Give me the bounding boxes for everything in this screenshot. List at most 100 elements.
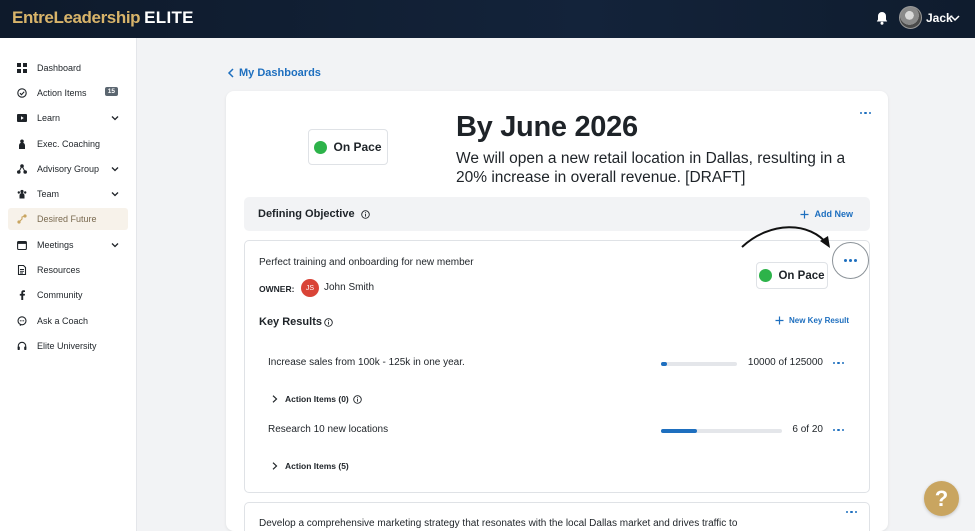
more-options-icon[interactable] [860,112,872,115]
objective-card: Develop a comprehensive marketing strate… [244,502,870,531]
chevron-down-icon[interactable] [110,189,120,199]
calendar-icon [17,240,27,250]
key-result-value: 10000 of 125000 [747,357,823,368]
goal-card: On Pace By June 2026 We will open a new … [226,91,888,531]
more-options-icon[interactable] [846,511,858,514]
chevron-down-icon[interactable] [110,240,120,250]
sidebar-item-exec-coaching[interactable]: Exec. Coaching [8,133,128,155]
route-icon [17,214,27,224]
key-result-text: Research 10 new locations [268,424,389,435]
facebook-icon [19,290,25,300]
sidebar-item-action-items[interactable]: Action Items 15 [8,82,128,104]
status-dot-icon [314,140,328,154]
plus-icon [775,316,784,325]
headset-icon [17,341,27,350]
sidebar-item-desired-future[interactable]: Desired Future [8,208,128,230]
progress-bar [661,362,737,366]
sidebar-item-label: Elite University [37,341,97,351]
brand-name: EntreLeadership [12,8,141,27]
key-result-text: Increase sales from 100k - 125k in one y… [268,357,465,368]
arrow-annotation-icon [741,226,830,248]
count-badge: 15 [104,87,118,96]
key-results-title: Key Results [259,316,322,328]
top-bar: EntreLeadership ELITE Jack [0,0,975,38]
new-key-result-label: New Key Result [789,316,850,325]
sidebar-item-meetings[interactable]: Meetings [8,234,128,256]
plus-icon [800,210,809,218]
sidebar-item-resources[interactable]: Resources [8,259,128,281]
owner-name: John Smith [324,282,375,293]
check-circle-icon [17,88,27,98]
objective-text: Perfect training and onboarding for new … [259,257,474,268]
play-icon [17,114,27,122]
add-new-button[interactable]: Add New [800,209,853,219]
more-options-icon[interactable] [833,362,845,365]
chevron-left-icon [227,68,234,78]
sidebar-item-label: Desired Future [37,214,97,224]
sidebar: Dashboard Action Items 15 Learn Exec. Co… [0,38,137,531]
info-icon[interactable] [353,394,362,404]
section-title: Defining Objective [258,208,355,220]
progress-fill [661,429,698,433]
owner-label: OWNER: [259,284,295,294]
sidebar-item-label: Meetings [37,240,74,250]
action-items-toggle[interactable]: Action Items (5) [272,461,349,471]
avatar[interactable] [899,6,922,29]
info-icon[interactable] [361,210,370,219]
sidebar-item-label: Advisory Group [37,164,100,174]
info-icon[interactable] [324,318,333,327]
sidebar-item-label: Action Items [37,88,87,98]
sidebar-item-label: Team [37,189,60,199]
chat-icon [17,316,27,326]
sidebar-item-learn[interactable]: Learn [8,107,128,129]
sidebar-item-ask-a-coach[interactable]: Ask a Coach [8,310,128,332]
sidebar-item-community[interactable]: Community [8,284,128,306]
status-label: On Pace [778,269,825,282]
status-badge[interactable]: On Pace [756,262,828,289]
document-icon [17,265,27,275]
sidebar-item-label: Ask a Coach [37,316,89,326]
sidebar-item-label: Resources [37,265,81,275]
question-mark-icon: ? [934,485,949,511]
add-new-label: Add New [814,209,853,219]
sidebar-item-label: Dashboard [37,63,82,73]
sidebar-item-dashboard[interactable]: Dashboard [8,57,128,79]
back-link-label: My Dashboards [239,67,321,79]
chevron-right-icon [272,462,278,470]
status-dot-icon [759,269,773,282]
chevron-down-icon[interactable] [949,12,961,24]
progress-fill [661,362,668,366]
sidebar-item-label: Exec. Coaching [37,139,101,149]
new-key-result-button[interactable]: New Key Result [775,316,849,325]
avatar: JS [301,279,319,297]
bell-icon[interactable] [874,10,890,26]
back-link[interactable]: My Dashboards [227,67,321,79]
team-icon [17,189,27,199]
coaching-icon [19,139,25,149]
status-badge[interactable]: On Pace [308,129,388,165]
key-result-value: 6 of 20 [792,424,823,435]
help-button[interactable]: ? [924,481,959,516]
page-title: By June 2026 [456,111,638,143]
status-label: On Pace [333,140,382,154]
network-icon [17,164,27,174]
chevron-down-icon[interactable] [110,113,120,123]
brand-logo[interactable]: EntreLeadership ELITE [12,8,194,28]
more-options-icon[interactable] [833,429,845,432]
grid-icon [17,63,27,73]
objective-menu-button[interactable] [832,242,869,279]
owner-initials: JS [305,284,315,292]
sidebar-item-team[interactable]: Team [8,183,128,205]
action-items-toggle[interactable]: Action Items (0) [272,394,369,404]
sidebar-item-label: Learn [37,113,61,123]
chevron-down-icon[interactable] [110,164,120,174]
sidebar-item-advisory-group[interactable]: Advisory Group [8,158,128,180]
chevron-right-icon [272,395,278,403]
action-items-label: Action Items (5) [285,461,349,471]
sidebar-item-elite-university[interactable]: Elite University [8,335,128,357]
brand-tier: ELITE [144,8,194,27]
goal-description: We will open a new retail location in Da… [456,150,846,186]
objective-card: Perfect training and onboarding for new … [244,226,870,493]
objective-text: Develop a comprehensive marketing strate… [259,518,738,529]
sidebar-item-label: Community [37,290,83,300]
